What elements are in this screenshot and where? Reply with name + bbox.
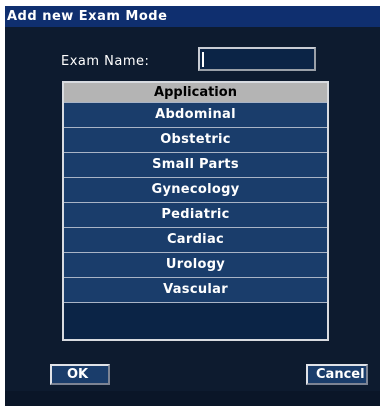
- application-item-abdominal[interactable]: Abdominal: [64, 102, 327, 127]
- application-item-urology[interactable]: Urology: [64, 252, 327, 277]
- application-item-cardiac[interactable]: Cardiac: [64, 227, 327, 252]
- exam-name-label: Exam Name:: [61, 54, 150, 69]
- application-item-vascular[interactable]: Vascular: [64, 277, 327, 302]
- dialog-title: Add new Exam Mode: [5, 6, 380, 27]
- application-list: Application Abdominal Obstetric Small Pa…: [62, 81, 329, 341]
- application-item-gynecology[interactable]: Gynecology: [64, 177, 327, 202]
- text-cursor: [202, 52, 204, 67]
- application-item-small-parts[interactable]: Small Parts: [64, 152, 327, 177]
- dialog-body: Exam Name: Application Abdominal Obstetr…: [5, 27, 380, 406]
- add-exam-mode-dialog: Add new Exam Mode Exam Name: Application…: [5, 6, 380, 406]
- application-list-empty-area: [64, 302, 327, 311]
- cancel-button[interactable]: Cancel: [306, 364, 368, 385]
- application-item-pediatric[interactable]: Pediatric: [64, 202, 327, 227]
- dialog-footer-strip: [5, 391, 380, 406]
- application-list-header: Application: [64, 83, 327, 102]
- ok-button[interactable]: OK: [50, 364, 110, 385]
- exam-name-input[interactable]: [198, 47, 316, 71]
- application-item-obstetric[interactable]: Obstetric: [64, 127, 327, 152]
